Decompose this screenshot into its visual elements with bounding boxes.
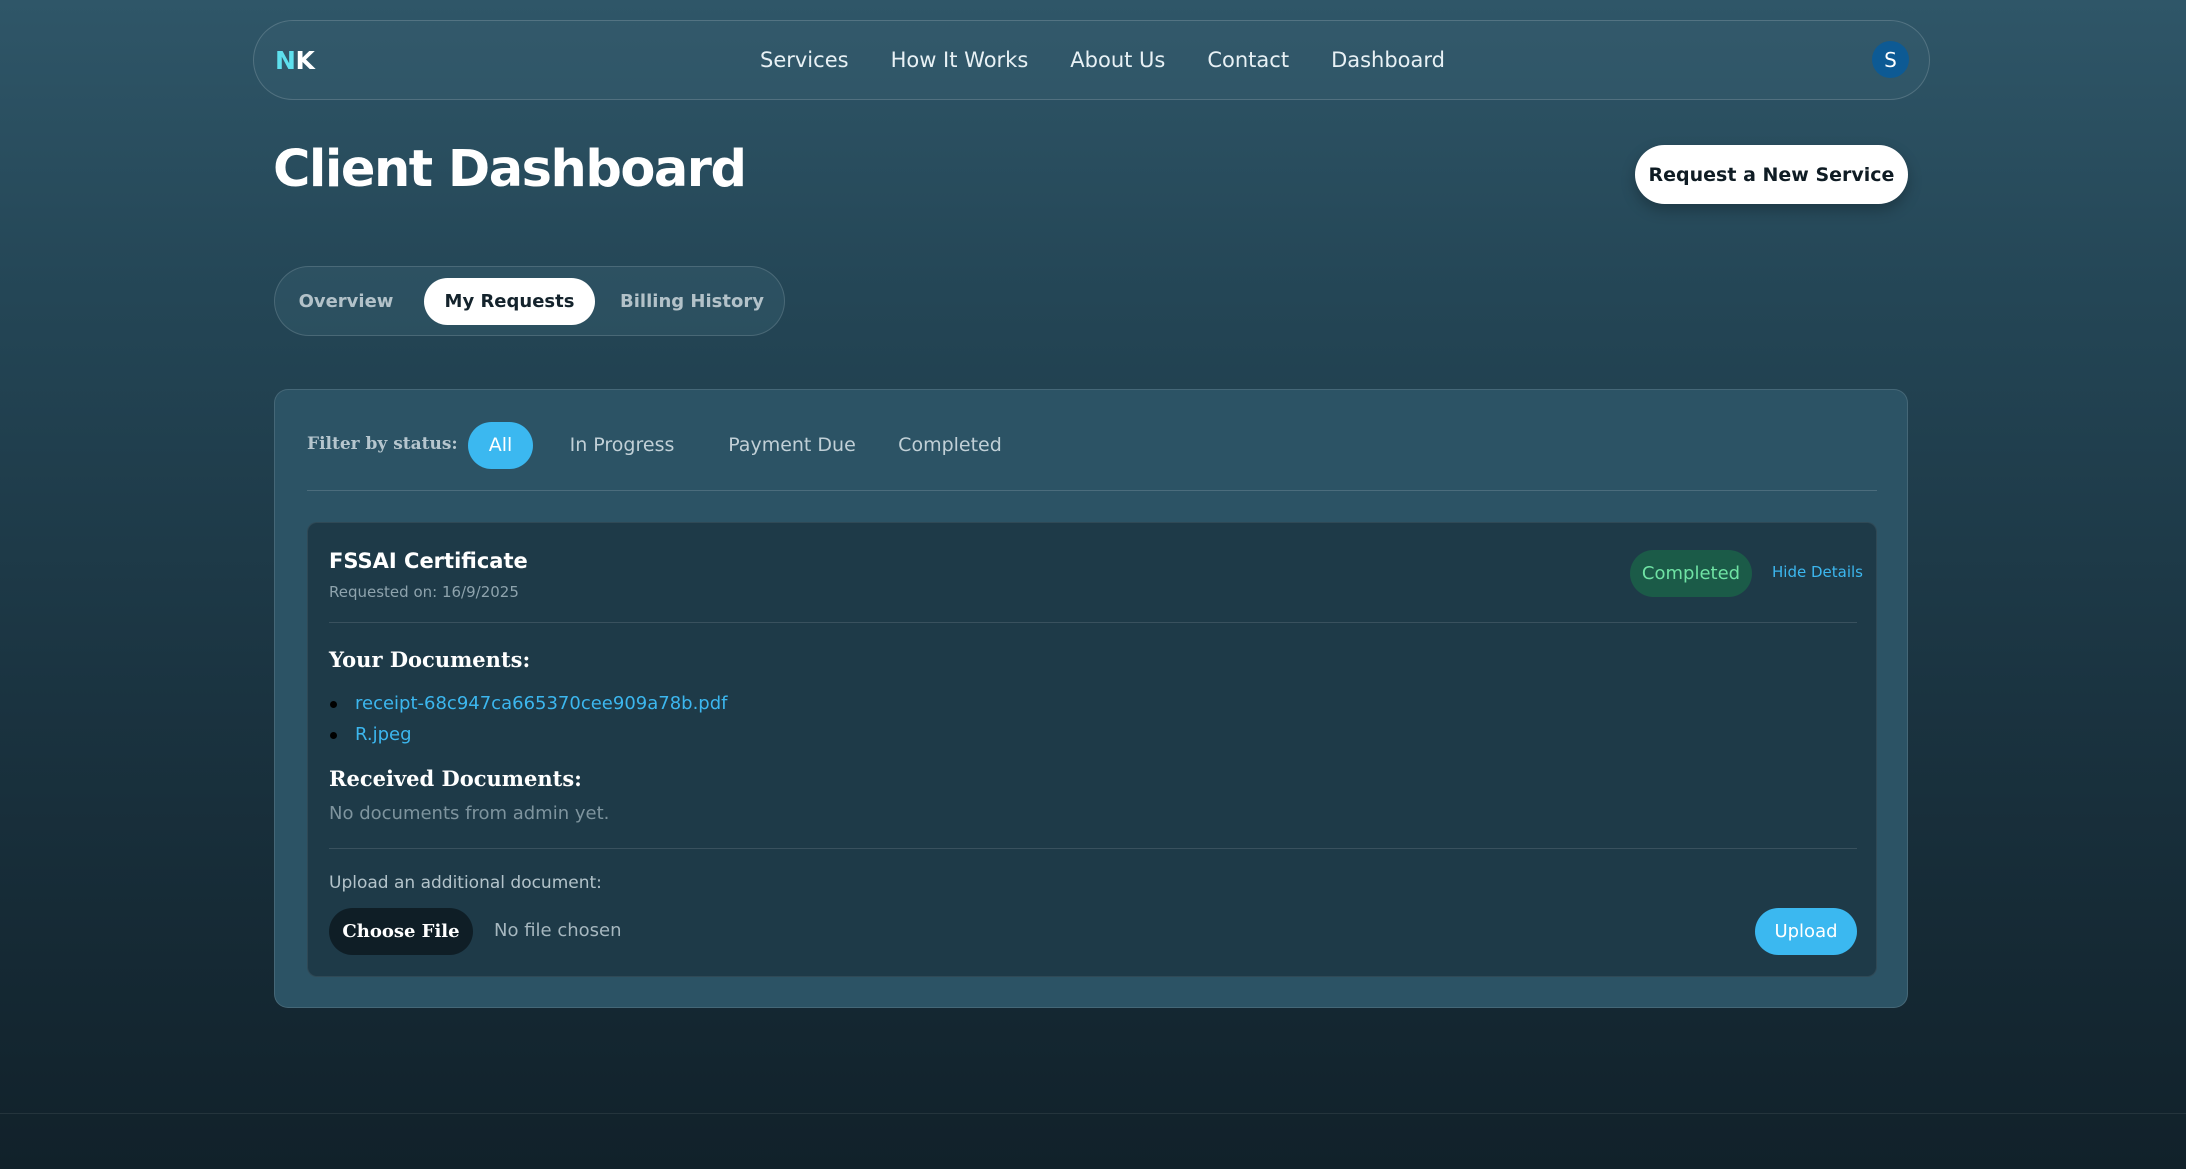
nav-links: Services How It Works About Us Contact D… (760, 48, 1445, 72)
filter-in-progress-button[interactable]: In Progress (557, 422, 687, 469)
choose-file-button[interactable]: Choose File (329, 908, 473, 955)
upload-divider (329, 848, 1857, 849)
file-status-text: No file chosen (494, 920, 622, 941)
brand-logo[interactable]: NK (275, 46, 315, 75)
tab-my-requests[interactable]: My Requests (424, 278, 595, 325)
your-documents-heading: Your Documents: (329, 647, 531, 672)
nav-link-about-us[interactable]: About Us (1070, 48, 1165, 72)
nav-link-services[interactable]: Services (760, 48, 849, 72)
tab-overview[interactable]: Overview (290, 278, 402, 325)
user-avatar[interactable]: S (1872, 41, 1909, 78)
list-item: R.jpeg (329, 719, 728, 750)
request-new-service-button[interactable]: Request a New Service (1635, 145, 1908, 204)
upload-label: Upload an additional document: (329, 873, 602, 893)
page-title: Client Dashboard (273, 140, 747, 199)
filter-completed-button[interactable]: Completed (870, 422, 1030, 469)
received-documents-empty: No documents from admin yet. (329, 803, 610, 824)
status-badge: Completed (1630, 550, 1752, 597)
top-navbar: NK Services How It Works About Us Contac… (253, 20, 1930, 100)
received-documents-heading: Received Documents: (329, 766, 582, 791)
request-date: Requested on: 16/9/2025 (329, 583, 519, 601)
filter-all-button[interactable]: All (468, 422, 533, 469)
document-link[interactable]: receipt-68c947ca665370cee909a78b.pdf (355, 693, 728, 714)
nav-link-dashboard[interactable]: Dashboard (1331, 48, 1445, 72)
filter-label: Filter by status: (307, 434, 458, 454)
nav-link-contact[interactable]: Contact (1207, 48, 1289, 72)
filter-divider (307, 490, 1877, 491)
your-documents-list: receipt-68c947ca665370cee909a78b.pdf R.j… (329, 688, 728, 750)
upload-button[interactable]: Upload (1755, 908, 1857, 955)
list-item: receipt-68c947ca665370cee909a78b.pdf (329, 688, 728, 719)
footer-divider (0, 1113, 2186, 1114)
nav-link-how-it-works[interactable]: How It Works (891, 48, 1029, 72)
document-link[interactable]: R.jpeg (355, 724, 412, 745)
request-card: FSSAI Certificate Requested on: 16/9/202… (307, 522, 1877, 977)
request-divider (329, 622, 1857, 623)
requests-panel: Filter by status: All In Progress Paymen… (274, 389, 1908, 1008)
dashboard-tabs: Overview My Requests Billing History (274, 266, 785, 336)
filter-payment-due-button[interactable]: Payment Due (707, 422, 877, 469)
logo-letter-n: N (275, 46, 296, 75)
logo-letter-k: K (295, 46, 315, 75)
hide-details-link[interactable]: Hide Details (1772, 563, 1863, 581)
request-title: FSSAI Certificate (329, 549, 528, 573)
tab-billing-history[interactable]: Billing History (609, 278, 775, 325)
